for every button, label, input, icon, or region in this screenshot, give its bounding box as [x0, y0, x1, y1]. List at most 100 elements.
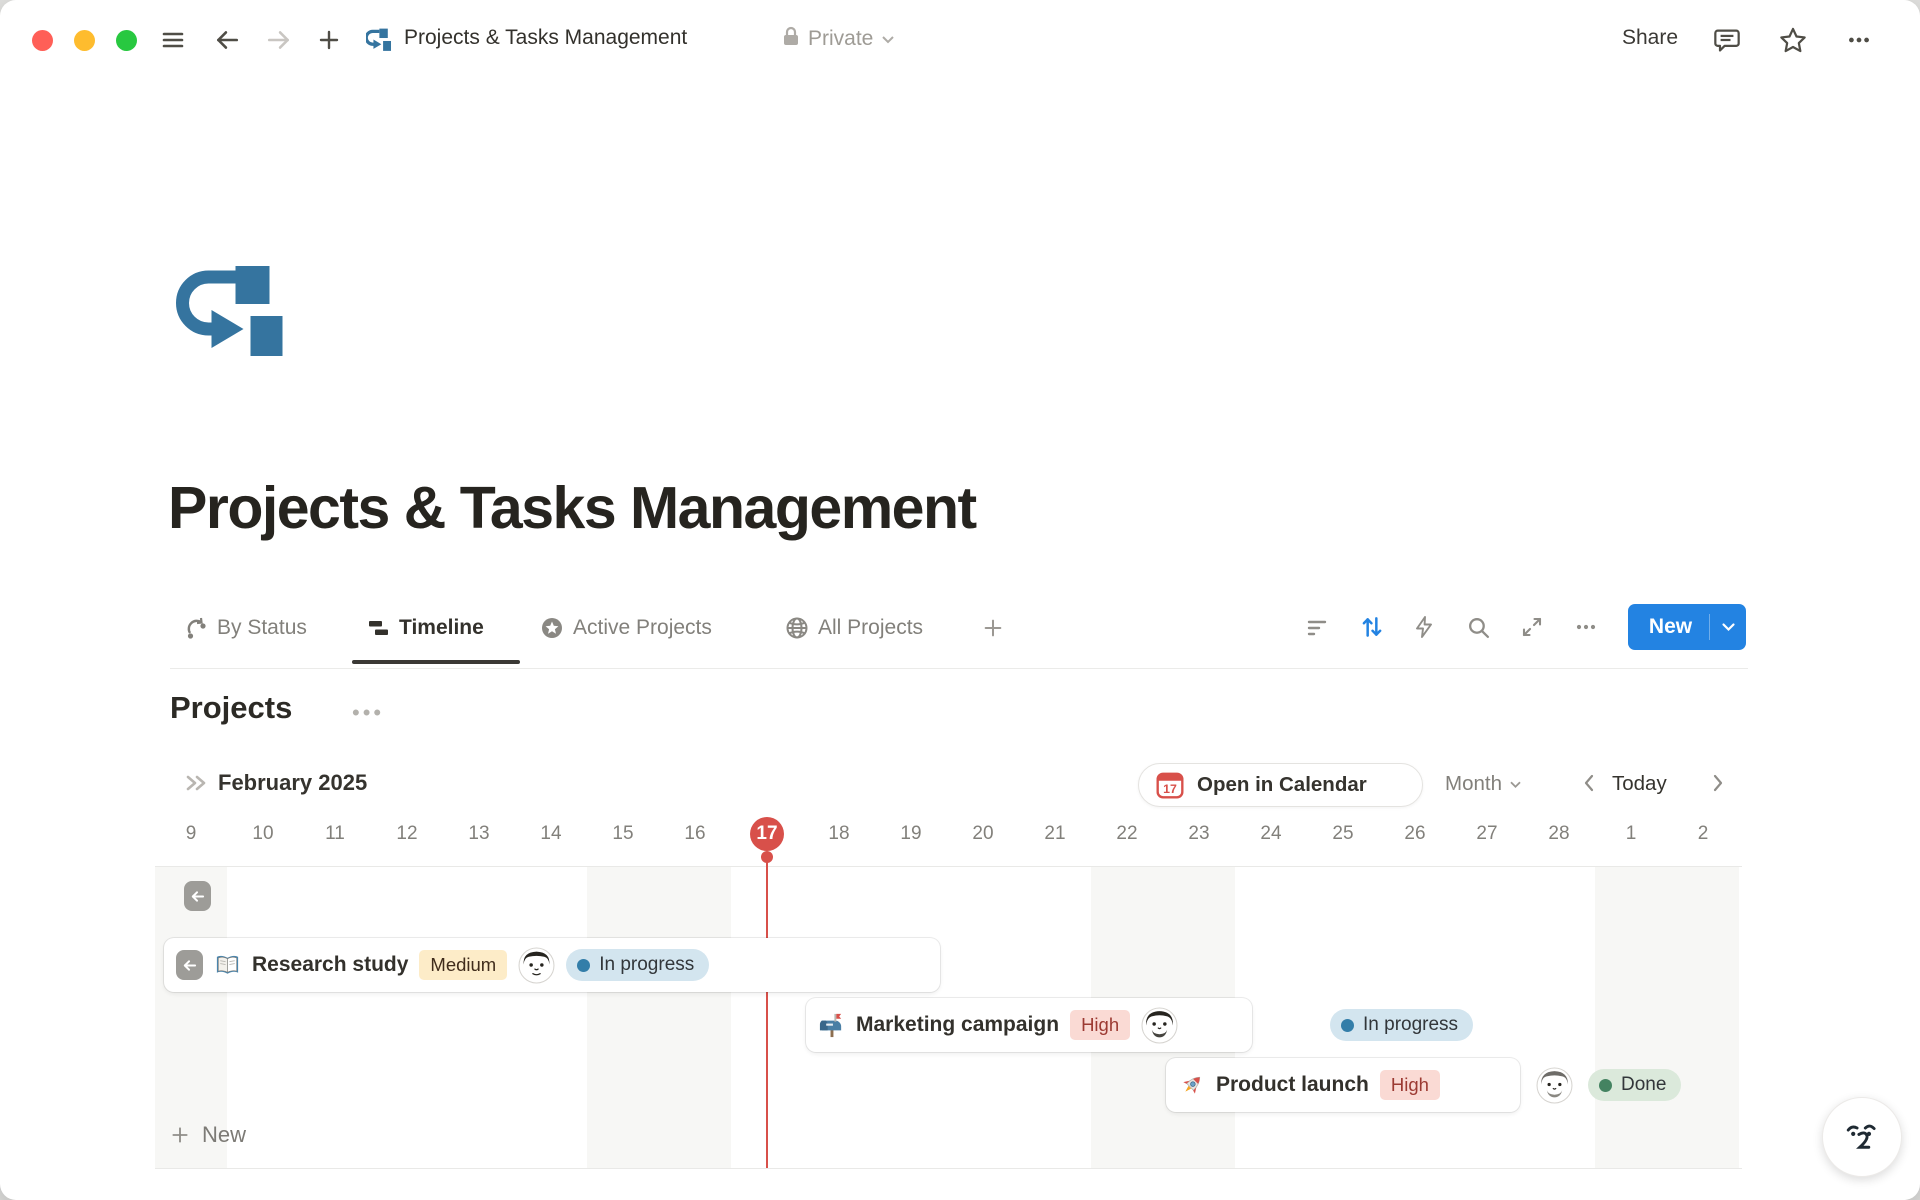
- star-circle-icon: [540, 616, 564, 640]
- status-label: In progress: [599, 954, 694, 976]
- tab-active-projects[interactable]: Active Projects: [540, 610, 712, 646]
- task-title: Product launch: [1216, 1073, 1369, 1097]
- share-button[interactable]: Share: [1622, 26, 1678, 50]
- weekend-shading: [1595, 867, 1667, 1168]
- today-marker-line: [766, 857, 768, 1168]
- page-favicon: [364, 25, 394, 55]
- chevron-down-icon: [1721, 622, 1736, 632]
- day-label: 23: [1163, 816, 1235, 852]
- sort-icon[interactable]: [1358, 613, 1386, 641]
- day-label: 16: [659, 816, 731, 852]
- timeline-bar-research-study[interactable]: Research study Medium In progress: [164, 938, 940, 992]
- forward-icon[interactable]: [264, 25, 294, 55]
- open-book-icon: [214, 952, 241, 979]
- collection-more-icon[interactable]: •••: [352, 700, 384, 726]
- favorite-star-icon[interactable]: [1778, 25, 1808, 55]
- new-tab-icon[interactable]: [314, 25, 344, 55]
- back-icon[interactable]: [212, 25, 242, 55]
- bar-starts-earlier-button[interactable]: [176, 950, 203, 980]
- collection-title: Projects: [170, 690, 292, 726]
- window-minimize-button[interactable]: [74, 30, 95, 51]
- tabs-divider: [170, 668, 1748, 669]
- weekend-shading: [587, 867, 659, 1168]
- expand-icon[interactable]: [1518, 613, 1546, 641]
- open-in-calendar-label: Open in Calendar: [1197, 773, 1367, 797]
- zoom-level-label: Month: [1445, 772, 1502, 796]
- add-row-label: New: [202, 1122, 246, 1148]
- day-label: 19: [875, 816, 947, 852]
- status-badge: In progress: [566, 949, 709, 981]
- plus-icon: [170, 1125, 190, 1145]
- new-record-button[interactable]: New: [1628, 604, 1746, 650]
- search-icon[interactable]: [1464, 613, 1492, 641]
- tab-label: By Status: [217, 616, 307, 640]
- timeline-bottom-border: [155, 1168, 1742, 1169]
- automation-bolt-icon[interactable]: [1410, 613, 1438, 641]
- status-label: In progress: [1363, 1014, 1458, 1036]
- window-zoom-button[interactable]: [116, 30, 137, 51]
- add-timeline-row-button[interactable]: New: [170, 1122, 246, 1148]
- svg-text:17: 17: [1163, 782, 1177, 796]
- day-label: 12: [371, 816, 443, 852]
- assignee-avatar-overflow: [1536, 1067, 1573, 1104]
- timeline-period-label: February 2025: [218, 770, 367, 796]
- privacy-selector[interactable]: Private: [782, 26, 895, 52]
- lock-icon: [782, 26, 800, 52]
- day-label: 13: [443, 816, 515, 852]
- day-label: 26: [1379, 816, 1451, 852]
- chevron-down-icon: [881, 34, 895, 44]
- view-options-icon[interactable]: [1572, 613, 1600, 641]
- filter-icon[interactable]: [1303, 613, 1331, 641]
- status-badge-overflow: In progress: [1330, 1009, 1473, 1041]
- day-label: 25: [1307, 816, 1379, 852]
- notion-ai-button[interactable]: [1822, 1097, 1902, 1177]
- page-logo[interactable]: [168, 262, 300, 362]
- status-dot: [577, 959, 590, 972]
- day-label: 10: [227, 816, 299, 852]
- open-in-calendar-button[interactable]: 17 Open in Calendar: [1138, 763, 1423, 807]
- day-label: 15: [587, 816, 659, 852]
- status-label: Done: [1621, 1074, 1666, 1096]
- scroll-to-offscreen-item-button[interactable]: [184, 881, 211, 911]
- plus-icon: [982, 617, 1004, 639]
- timeline-bar-marketing-campaign[interactable]: Marketing campaign High: [806, 998, 1252, 1052]
- day-label: 9: [155, 816, 227, 852]
- more-options-icon[interactable]: [1844, 25, 1874, 55]
- tab-all-projects[interactable]: All Projects: [785, 610, 923, 646]
- day-label: 27: [1451, 816, 1523, 852]
- window-close-button[interactable]: [32, 30, 53, 51]
- weekend-shading: [1667, 867, 1739, 1168]
- new-button-dropdown[interactable]: [1710, 622, 1746, 632]
- rocket-icon: [1178, 1072, 1205, 1099]
- tab-timeline[interactable]: Timeline: [366, 610, 484, 646]
- arrow-left-icon: [182, 959, 197, 972]
- timeline-zoom-select[interactable]: Month: [1445, 772, 1522, 796]
- status-dot: [1599, 1079, 1612, 1092]
- day-label: 14: [515, 816, 587, 852]
- priority-badge: Medium: [419, 950, 507, 980]
- sidebar-menu-icon[interactable]: [158, 25, 188, 55]
- next-period-icon[interactable]: [1712, 774, 1724, 797]
- priority-badge: High: [1070, 1010, 1130, 1040]
- tab-label: Timeline: [399, 616, 484, 640]
- day-label: 18: [803, 816, 875, 852]
- task-title: Research study: [252, 953, 408, 977]
- globe-icon: [785, 616, 809, 640]
- timeline-bar-product-launch[interactable]: Product launch High: [1166, 1058, 1520, 1112]
- active-tab-underline: [352, 660, 520, 664]
- mailbox-icon: [818, 1012, 845, 1039]
- tab-by-status[interactable]: By Status: [184, 610, 307, 646]
- day-label: 11: [299, 816, 371, 852]
- add-view-button[interactable]: [982, 610, 1004, 646]
- collapse-sidebar-icon[interactable]: [184, 772, 210, 799]
- day-label: 28: [1523, 816, 1595, 852]
- comments-icon[interactable]: [1712, 25, 1742, 55]
- day-label: 2: [1667, 816, 1739, 852]
- tab-label: All Projects: [818, 616, 923, 640]
- status-cycle-icon: [184, 616, 208, 640]
- assignee-avatar: [1141, 1007, 1178, 1044]
- today-button[interactable]: Today: [1612, 772, 1667, 796]
- page-title: Projects & Tasks Management: [168, 474, 976, 542]
- ai-face-icon: [1840, 1115, 1884, 1159]
- previous-period-icon[interactable]: [1583, 774, 1595, 797]
